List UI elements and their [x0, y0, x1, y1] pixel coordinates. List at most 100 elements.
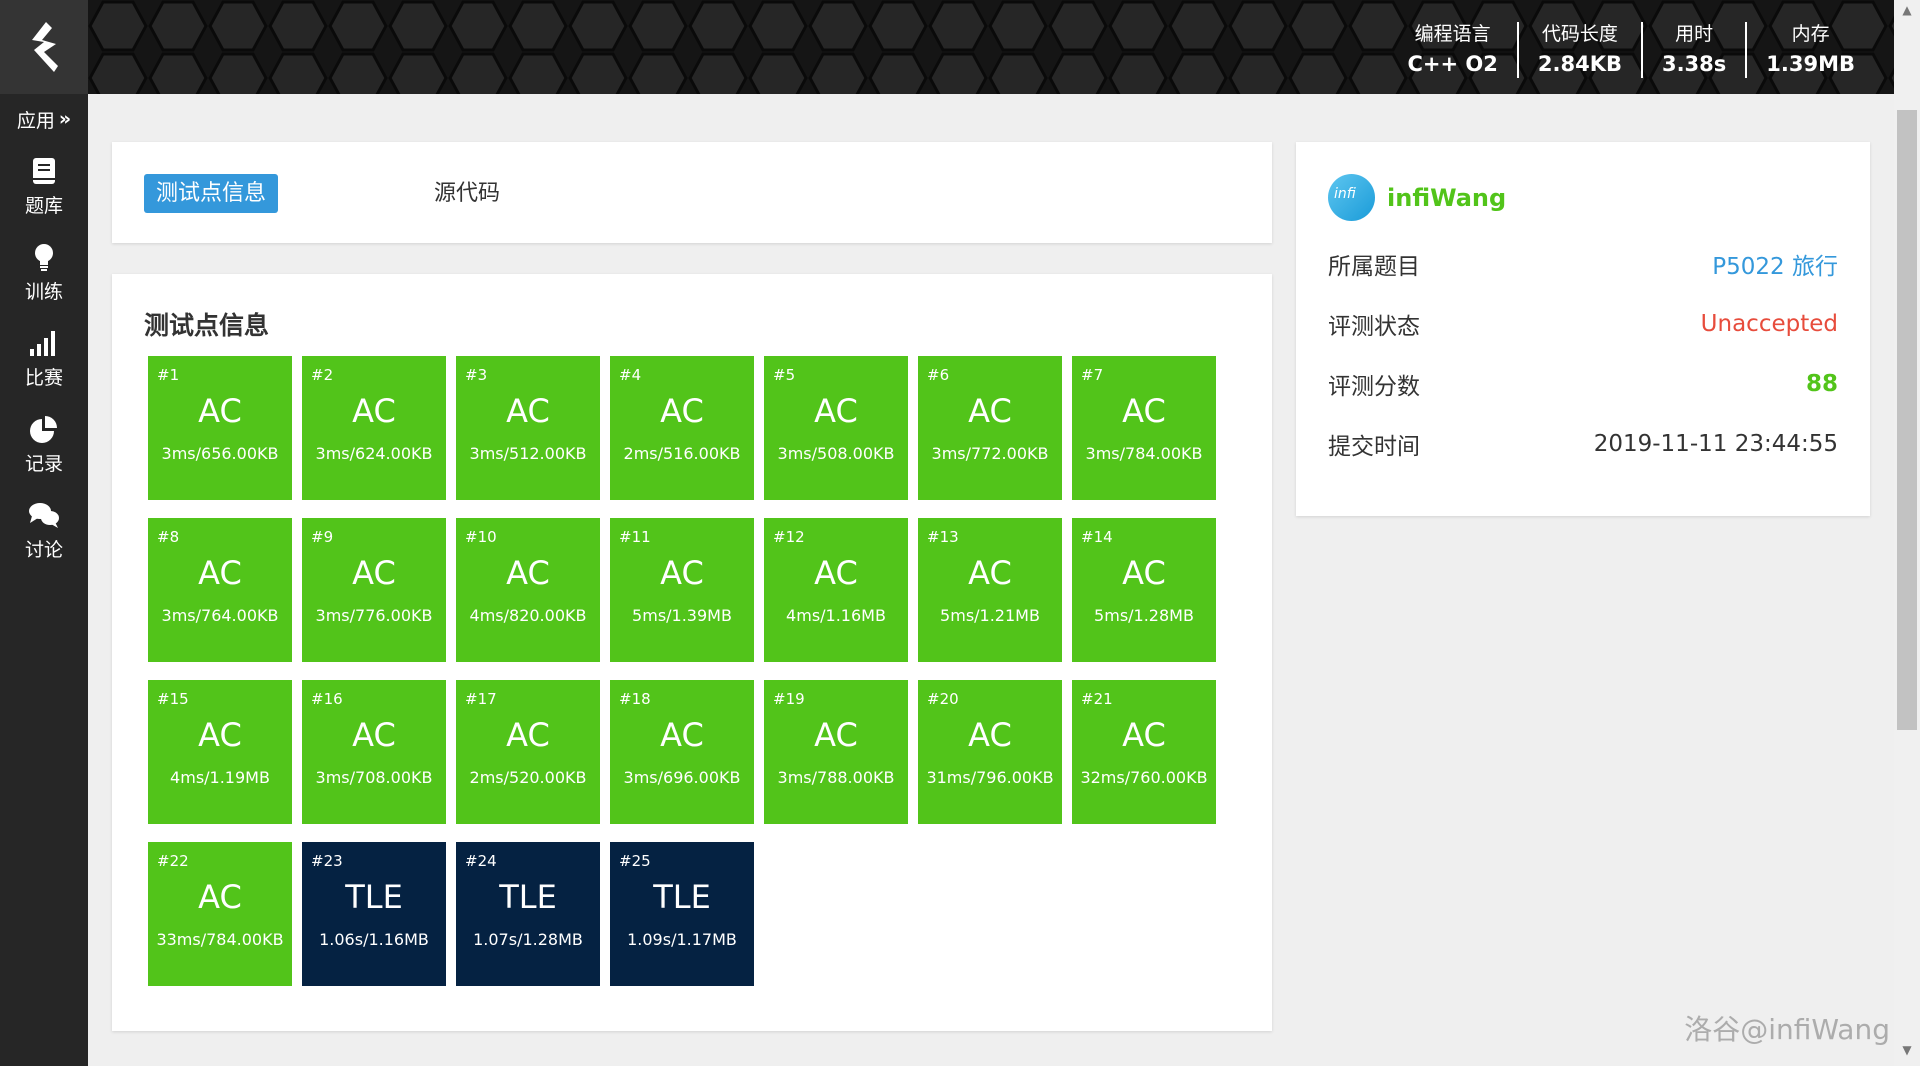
problem-link[interactable]: P5022 旅行	[1712, 247, 1838, 281]
testcase-status: AC	[968, 716, 1012, 754]
stat-value: 1.39MB	[1766, 52, 1855, 76]
testcase-detail: 4ms/820.00KB	[469, 606, 587, 625]
testcase-status: AC	[506, 716, 550, 754]
testcase-tile[interactable]: #6 AC 3ms/772.00KB	[918, 356, 1062, 500]
app-toggle[interactable]: 应用 »	[0, 94, 88, 144]
scroll-up-arrow-icon[interactable]: ▲	[1894, 0, 1920, 20]
testcase-number: #16	[311, 690, 343, 708]
testcase-detail: 3ms/696.00KB	[623, 768, 741, 787]
testcase-tile[interactable]: #21 AC 32ms/760.00KB	[1072, 680, 1216, 824]
stat-label: 用时	[1675, 23, 1714, 45]
testcase-tile[interactable]: #12 AC 4ms/1.16MB	[764, 518, 908, 662]
sidebar-item-training[interactable]: 训练	[0, 230, 88, 316]
logo-icon	[32, 22, 58, 72]
info-label: 评测状态	[1328, 314, 1420, 340]
testcase-tile[interactable]: #4 AC 2ms/516.00KB	[610, 356, 754, 500]
info-row-score: 评测分数 88	[1328, 368, 1838, 400]
testcase-status: AC	[198, 878, 242, 916]
testcase-tile[interactable]: #7 AC 3ms/784.00KB	[1072, 356, 1216, 500]
testcase-tile[interactable]: #18 AC 3ms/696.00KB	[610, 680, 754, 824]
testcase-status: AC	[198, 554, 242, 592]
testcase-number: #9	[311, 528, 334, 546]
testcase-number: #13	[927, 528, 959, 546]
testcases-card: 测试点信息 #1 AC 3ms/656.00KB #2 AC 3ms/624.00KB #3…	[112, 274, 1272, 1031]
testcase-tile[interactable]: #3 AC 3ms/512.00KB	[456, 356, 600, 500]
testcase-detail: 1.06s/1.16MB	[319, 930, 429, 949]
sidebar-item-discuss[interactable]: 讨论	[0, 488, 88, 574]
testcase-detail: 3ms/784.00KB	[1085, 444, 1203, 463]
testcase-tile[interactable]: #13 AC 5ms/1.21MB	[918, 518, 1062, 662]
testcase-number: #17	[465, 690, 497, 708]
sidebar-item-label: 训练	[24, 280, 63, 303]
tab-source-code[interactable]: 源代码	[422, 174, 512, 213]
username-link[interactable]: infiWang	[1387, 184, 1506, 212]
testcase-tile[interactable]: #1 AC 3ms/656.00KB	[148, 356, 292, 500]
testcase-status: AC	[1122, 392, 1166, 430]
testcase-tile[interactable]: #24 TLE 1.07s/1.28MB	[456, 842, 600, 986]
testcase-status: AC	[814, 716, 858, 754]
testcase-number: #11	[619, 528, 651, 546]
watermark: 洛谷@infiWang	[1684, 1013, 1890, 1046]
stat-value: 3.38s	[1661, 52, 1727, 76]
stat-memory: 内存 1.39MB	[1745, 22, 1874, 78]
testcase-tile[interactable]: #14 AC 5ms/1.28MB	[1072, 518, 1216, 662]
page-scrollbar[interactable]: ▲ ▼	[1894, 0, 1920, 1066]
sidebar-item-label: 比赛	[24, 366, 63, 389]
testcase-number: #22	[157, 852, 189, 870]
testcase-status: AC	[660, 554, 704, 592]
testcase-tile[interactable]: #2 AC 3ms/624.00KB	[302, 356, 446, 500]
testcase-tile[interactable]: #11 AC 5ms/1.39MB	[610, 518, 754, 662]
testcase-detail: 33ms/784.00KB	[156, 930, 284, 949]
avatar[interactable]: infi	[1328, 174, 1375, 221]
testcase-detail: 3ms/508.00KB	[777, 444, 895, 463]
testcase-status: AC	[1122, 554, 1166, 592]
app-toggle-label: 应用	[16, 109, 55, 132]
testcase-tile[interactable]: #9 AC 3ms/776.00KB	[302, 518, 446, 662]
testcase-number: #6	[927, 366, 950, 384]
testcase-number: #23	[311, 852, 343, 870]
testcase-number: #25	[619, 852, 651, 870]
stat-value: C++ O2	[1407, 52, 1498, 76]
testcase-detail: 2ms/516.00KB	[623, 444, 741, 463]
testcase-detail: 1.07s/1.28MB	[473, 930, 583, 949]
scroll-thumb[interactable]	[1897, 110, 1917, 730]
testcase-tile[interactable]: #22 AC 33ms/784.00KB	[148, 842, 292, 986]
submit-time-value: 2019-11-11 23:44:55	[1593, 431, 1838, 457]
info-label: 评测分数	[1328, 374, 1420, 400]
user-row: infi infiWang	[1328, 174, 1506, 221]
luogu-logo[interactable]	[0, 0, 88, 94]
testcase-number: #7	[1081, 366, 1104, 384]
testcase-tile[interactable]: #23 TLE 1.06s/1.16MB	[302, 842, 446, 986]
sidebar-item-problems[interactable]: 题库	[0, 144, 88, 230]
stat-value: 2.84KB	[1537, 52, 1622, 76]
testcase-status: AC	[968, 554, 1012, 592]
stat-label: 代码长度	[1541, 23, 1618, 45]
testcase-number: #15	[157, 690, 189, 708]
scroll-down-arrow-icon[interactable]: ▼	[1894, 1040, 1920, 1060]
testcase-tile[interactable]: #5 AC 3ms/508.00KB	[764, 356, 908, 500]
testcase-detail: 3ms/772.00KB	[931, 444, 1049, 463]
testcase-grid: #1 AC 3ms/656.00KB #2 AC 3ms/624.00KB #3 AC 3ms/…	[148, 356, 1216, 986]
testcase-tile[interactable]: #8 AC 3ms/764.00KB	[148, 518, 292, 662]
sidebar-item-records[interactable]: 记录	[0, 402, 88, 488]
stat-language: 编程语言 C++ O2	[1388, 22, 1516, 78]
testcase-detail: 2ms/520.00KB	[469, 768, 587, 787]
testcase-tile[interactable]: #16 AC 3ms/708.00KB	[302, 680, 446, 824]
testcase-detail: 3ms/708.00KB	[315, 768, 433, 787]
testcase-status: AC	[352, 716, 396, 754]
testcase-tile[interactable]: #10 AC 4ms/820.00KB	[456, 518, 600, 662]
testcase-number: #1	[157, 366, 180, 384]
testcase-status: AC	[198, 392, 242, 430]
testcase-tile[interactable]: #19 AC 3ms/788.00KB	[764, 680, 908, 824]
sidebar-item-contests[interactable]: 比赛	[0, 316, 88, 402]
info-label: 提交时间	[1328, 434, 1420, 460]
testcase-tile[interactable]: #20 AC 31ms/796.00KB	[918, 680, 1062, 824]
testcase-number: #21	[1081, 690, 1113, 708]
testcase-detail: 3ms/788.00KB	[777, 768, 895, 787]
tab-testcases[interactable]: 测试点信息	[144, 174, 279, 213]
testcase-number: #2	[311, 366, 334, 384]
testcase-tile[interactable]: #25 TLE 1.09s/1.17MB	[610, 842, 754, 986]
testcase-status: AC	[506, 554, 550, 592]
testcase-tile[interactable]: #15 AC 4ms/1.19MB	[148, 680, 292, 824]
testcase-tile[interactable]: #17 AC 2ms/520.00KB	[456, 680, 600, 824]
